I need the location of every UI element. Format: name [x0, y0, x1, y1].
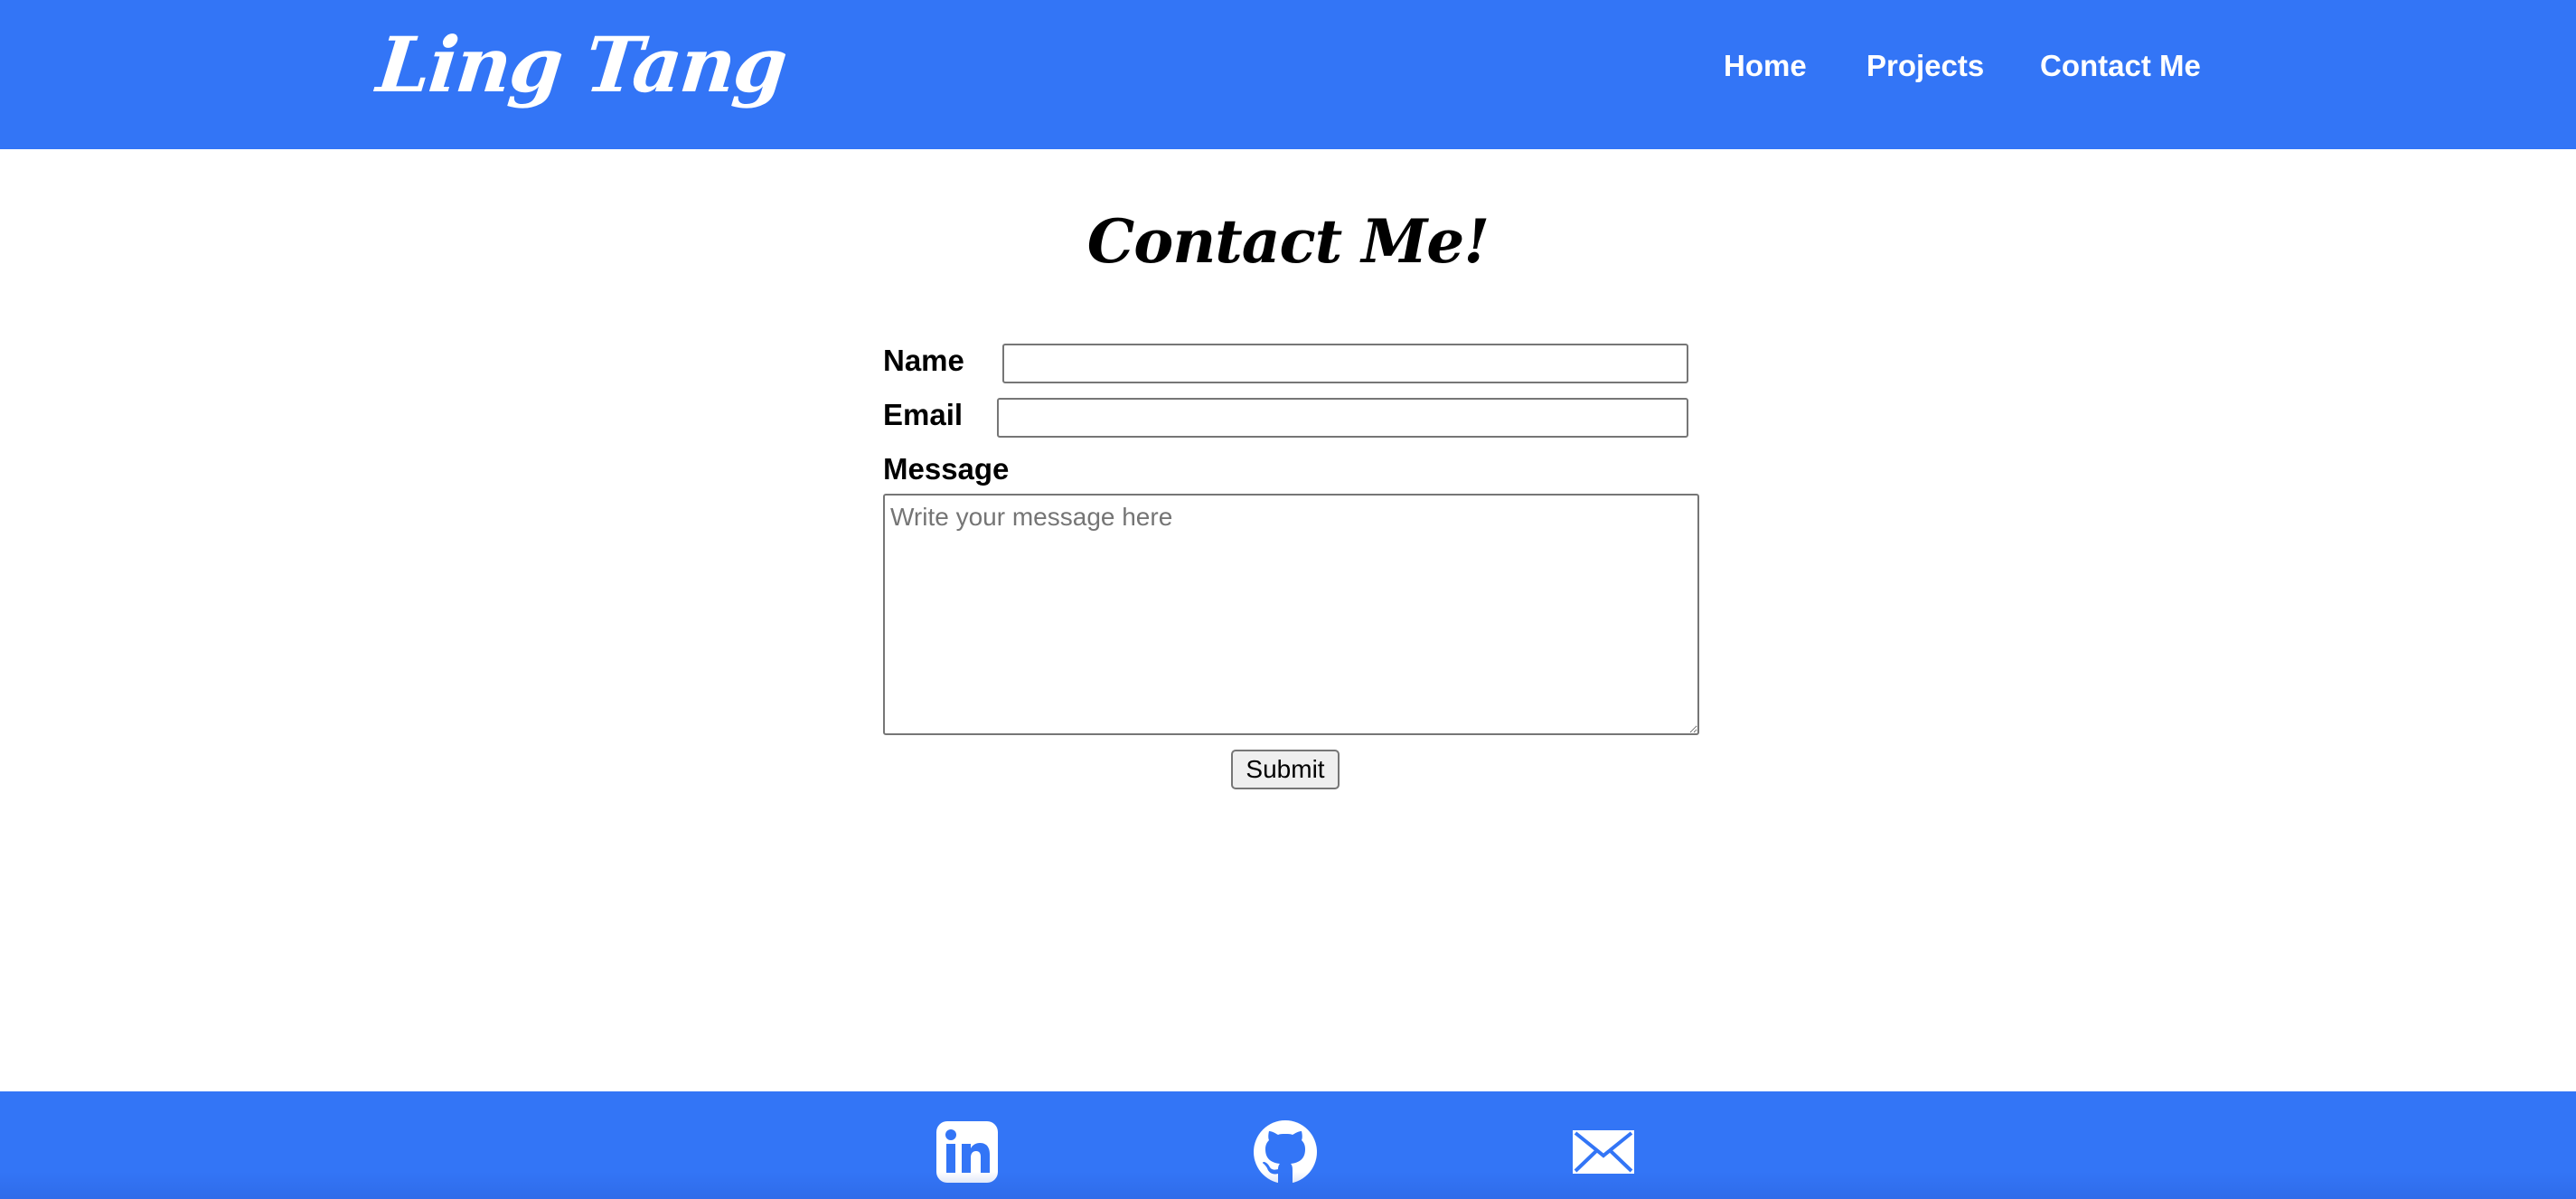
nav-home-link[interactable]: Home	[1724, 49, 1807, 83]
email-label: Email	[883, 398, 964, 431]
submit-button[interactable]: Submit	[1231, 750, 1340, 789]
nav-contact-link[interactable]: Contact Me	[2040, 49, 2201, 83]
email-input[interactable]	[997, 398, 1688, 438]
site-footer	[0, 1091, 2576, 1199]
site-logo[interactable]: Ling Tang	[373, 20, 790, 109]
site-header: Ling Tang Home Projects Contact Me	[0, 0, 2576, 149]
footer-shadow	[0, 1172, 2576, 1199]
nav-projects-link[interactable]: Projects	[1866, 49, 1984, 83]
page-title: Contact Me!	[1086, 206, 1490, 277]
message-textarea[interactable]	[883, 494, 1699, 735]
name-label: Name	[883, 344, 964, 377]
name-input[interactable]	[1002, 344, 1688, 383]
message-label: Message	[883, 452, 1010, 486]
